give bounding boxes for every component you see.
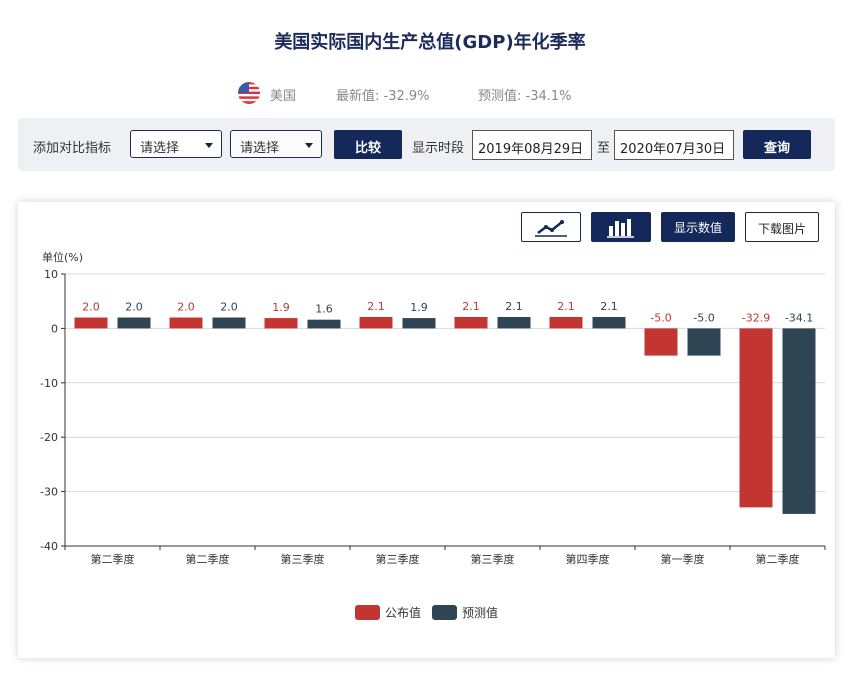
filter-toolbar: 添加对比指标 请选择 请选择 比较 显示时段 2019年08月29日 至 202… (18, 118, 835, 171)
data-label: 1.9 (272, 301, 290, 314)
data-label: -5.0 (650, 311, 671, 324)
compare-select-2-value: 请选择 (240, 141, 280, 156)
y-tick-label: 0 (51, 322, 58, 335)
bar-forecast (497, 316, 531, 329)
forecast-value: 预测值: -34.1% (478, 89, 572, 104)
end-date-input[interactable]: 2020年07月30日 (614, 130, 734, 160)
data-label: 2.0 (82, 301, 100, 314)
bar-forecast (592, 316, 626, 329)
bar-published (359, 316, 393, 329)
x-tick-label: 第四季度 (566, 552, 610, 566)
x-tick-label: 第三季度 (471, 552, 515, 566)
y-tick-label: -30 (40, 486, 58, 499)
x-tick-label: 第二季度 (756, 552, 800, 566)
bar-published (549, 316, 583, 329)
data-label: 1.9 (410, 301, 428, 314)
bar-forecast (307, 319, 341, 329)
bar-forecast (782, 328, 816, 514)
data-label: 2.1 (505, 300, 523, 313)
y-tick-label: -40 (40, 540, 58, 553)
to-label: 至 (597, 141, 611, 156)
chevron-down-icon (305, 143, 313, 148)
bar-published (169, 317, 203, 329)
legend-label: 公布值 (385, 605, 421, 620)
y-axis-unit-label: 单位(%) (42, 250, 83, 264)
x-tick-label: 第一季度 (661, 552, 705, 566)
data-label: 2.0 (177, 301, 195, 314)
compare-select-2[interactable]: 请选择 (230, 130, 322, 158)
data-label: 2.1 (367, 300, 385, 313)
bar-forecast (402, 318, 436, 329)
latest-value: 最新值: -32.9% (336, 89, 430, 104)
us-flag-icon (238, 82, 260, 104)
query-button[interactable]: 查询 (743, 130, 811, 159)
bar-forecast (212, 317, 246, 329)
start-date-input[interactable]: 2019年08月29日 (472, 130, 592, 160)
chart-panel: 显示数值 下载图片 单位(%) 10 0 -10 -20 -30 -40 第二季度 2.0 2.0… (18, 202, 835, 658)
x-tick-label: 第二季度 (91, 552, 135, 566)
bar-forecast (687, 328, 721, 356)
data-label: 2.1 (600, 300, 618, 313)
indicator-meta: 美国 最新值: -32.9% 预测值: -34.1% (0, 82, 860, 104)
compare-button[interactable]: 比较 (334, 130, 402, 159)
x-tick-label: 第三季度 (376, 552, 420, 566)
compare-select-1-value: 请选择 (140, 141, 180, 156)
y-tick-label: 10 (44, 268, 58, 281)
data-label: 2.0 (220, 301, 238, 314)
compare-label: 添加对比指标 (33, 141, 112, 156)
compare-select-1[interactable]: 请选择 (130, 130, 222, 158)
data-label: 2.1 (462, 300, 480, 313)
bar-published (454, 316, 488, 329)
data-label: 1.6 (315, 303, 333, 316)
legend-swatch (355, 605, 380, 620)
bar-chart: 单位(%) 10 0 -10 -20 -30 -40 第二季度 2.0 2.0 第二季度 2.0 2.0… (40, 250, 826, 620)
country-name: 美国 (270, 89, 297, 104)
x-tick-label: 第二季度 (186, 552, 230, 566)
y-tick-label: -20 (40, 431, 58, 444)
data-label: -5.0 (693, 311, 714, 324)
bar-published (644, 328, 678, 356)
data-label: -32.9 (742, 311, 770, 324)
legend-label: 预测值 (462, 605, 498, 620)
x-tick-label: 第三季度 (281, 552, 325, 566)
bar-published (739, 328, 773, 508)
bar-published (264, 318, 298, 329)
data-label: -34.1 (785, 311, 813, 324)
data-label: 2.0 (125, 301, 143, 314)
bar-published (74, 317, 108, 329)
page-title: 美国实际国内生产总值(GDP)年化季率 (274, 32, 586, 53)
legend-swatch (432, 605, 457, 620)
period-label: 显示时段 (412, 141, 465, 156)
y-tick-label: -10 (40, 377, 58, 390)
chevron-down-icon (205, 143, 213, 148)
data-label: 2.1 (557, 300, 575, 313)
bar-forecast (117, 317, 151, 329)
